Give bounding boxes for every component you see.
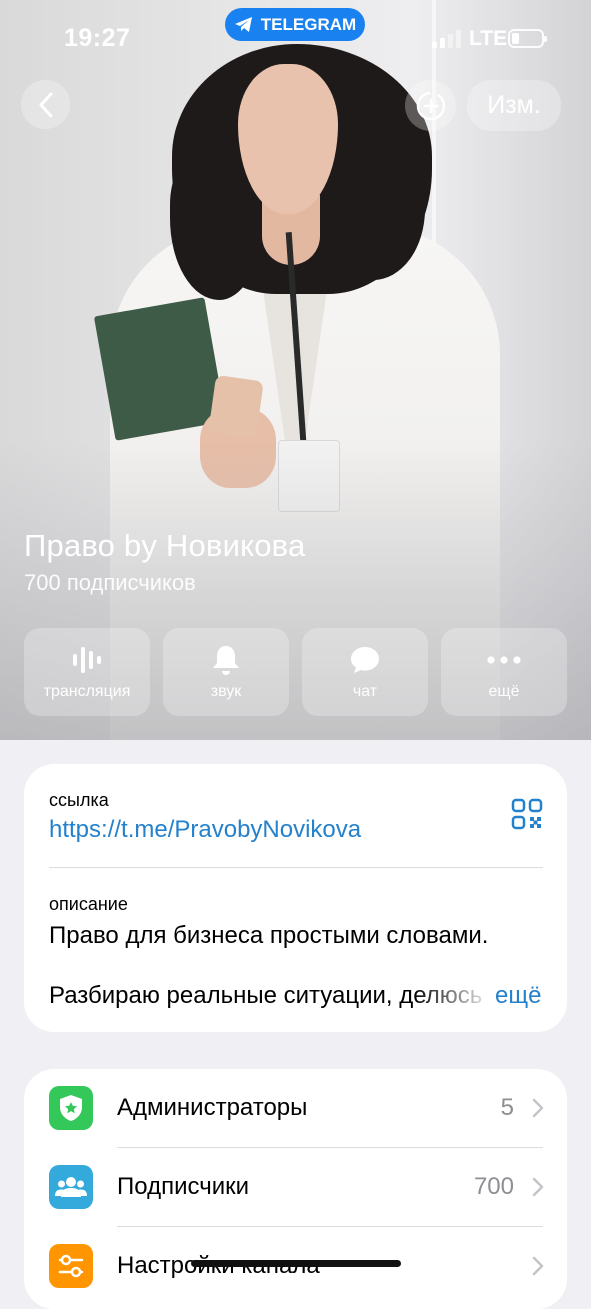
live-stream-button[interactable]: трансляция: [24, 628, 150, 716]
channel-settings-card: Администраторы 5 Подписчики 700 Настройк…: [24, 1069, 567, 1309]
description-line-1: Право для бизнеса простыми словами.: [49, 922, 489, 949]
more-dots-icon: [487, 656, 521, 664]
photo-phone: [208, 374, 264, 440]
channel-link[interactable]: https://t.me/PravobyNovikova: [49, 816, 361, 844]
live-stream-label: трансляция: [43, 683, 131, 700]
list-item-administrators[interactable]: Администраторы 5: [24, 1069, 567, 1147]
settings-icon-tile: [49, 1244, 93, 1288]
add-story-button[interactable]: [405, 80, 456, 131]
add-circle-icon: [416, 91, 445, 120]
network-type: LTE: [469, 27, 508, 50]
edit-button[interactable]: Изм.: [467, 80, 561, 131]
chevron-left-icon: [39, 92, 52, 117]
qr-code-icon[interactable]: [511, 798, 543, 830]
telegram-app-pill[interactable]: TELEGRAM: [225, 8, 365, 41]
description-caption: описание: [49, 894, 128, 914]
subscribers-label: Подписчики: [117, 1173, 250, 1200]
administrators-label: Администраторы: [117, 1094, 308, 1121]
chevron-right-icon: [532, 1098, 544, 1118]
channel-name: Право by Новикова: [24, 528, 306, 563]
divider: [49, 867, 543, 868]
channel-info-card: ссылка https://t.me/PravobyNovikova опис…: [24, 764, 567, 1032]
more-label: ещё: [488, 683, 520, 700]
link-caption: ссылка: [49, 790, 109, 810]
telegram-pill-label: TELEGRAM: [260, 14, 357, 34]
live-stream-icon: [73, 647, 101, 673]
sliders-icon: [58, 1254, 84, 1278]
back-button[interactable]: [21, 80, 70, 129]
description-more-link[interactable]: ещё: [495, 982, 541, 1010]
administrators-count: 5: [500, 1094, 514, 1121]
admin-icon-tile: [49, 1086, 93, 1130]
sound-label: звук: [210, 683, 242, 700]
sound-button[interactable]: звук: [163, 628, 289, 716]
chat-bubble-icon: [351, 647, 379, 673]
status-time: 19:27: [64, 24, 131, 52]
chat-button[interactable]: чат: [302, 628, 428, 716]
home-indicator[interactable]: [191, 1260, 401, 1267]
telegram-plane-icon: [234, 16, 252, 32]
list-item-subscribers[interactable]: Подписчики 700: [24, 1148, 567, 1226]
chat-label: чат: [352, 683, 378, 700]
shield-star-icon: [60, 1095, 82, 1121]
chevron-right-icon: [532, 1256, 544, 1276]
signal-strength-icon: [432, 30, 461, 48]
chevron-right-icon: [532, 1177, 544, 1197]
more-button[interactable]: ещё: [441, 628, 567, 716]
battery-icon: [508, 29, 547, 48]
subscribers-value: 700: [473, 1173, 514, 1200]
bell-icon: [213, 646, 239, 675]
action-buttons: трансляция звук чат ещё: [24, 628, 567, 716]
subscribers-count: 700 подписчиков: [24, 570, 196, 595]
description-line-2: Разбираю реальные ситуации, делюсь: [49, 982, 483, 1009]
people-icon: [55, 1177, 87, 1197]
battery-level-fill: [512, 33, 519, 44]
subscribers-icon-tile: [49, 1165, 93, 1209]
